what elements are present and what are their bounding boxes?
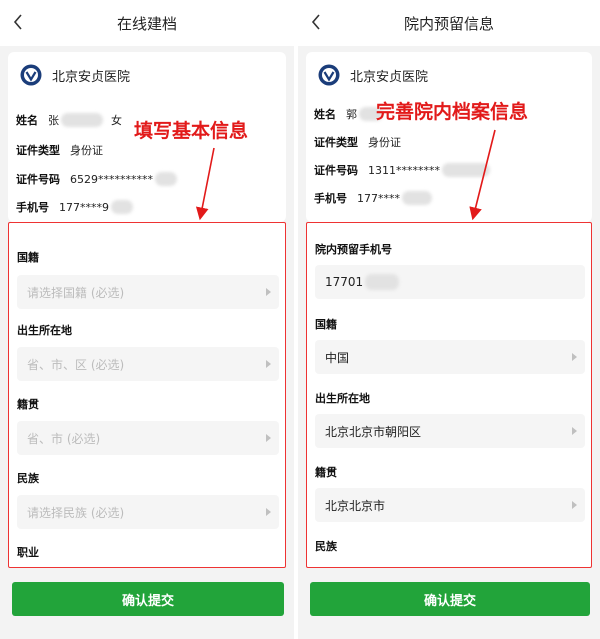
id-number-label: 证件号码: [314, 164, 358, 177]
birthplace-label: 出生所在地: [315, 392, 370, 405]
birthplace-label: 出生所在地: [17, 324, 72, 337]
ethnicity-select[interactable]: 请选择民族 (必选): [17, 495, 279, 529]
chevron-right-icon: [266, 288, 271, 296]
chevron-right-icon: [572, 501, 577, 509]
submit-button[interactable]: 确认提交: [12, 582, 284, 616]
redacted-phone: [111, 200, 133, 214]
annotation-fill-basic-info: 填写基本信息: [134, 120, 249, 142]
native-place-label: 籍贯: [315, 466, 337, 479]
phone-value: 177****: [357, 191, 400, 205]
chevron-right-icon: [572, 353, 577, 361]
nav-bar: 在线建档: [0, 0, 294, 46]
name-label: 姓名: [314, 108, 336, 121]
nationality-placeholder: 请选择国籍 (必选): [27, 285, 125, 300]
nationality-label: 国籍: [17, 251, 39, 264]
id-number-value: 6529**********: [70, 172, 153, 186]
id-type-row: 证件类型 身份证: [16, 142, 103, 158]
chevron-right-icon: [572, 427, 577, 435]
phone-row: 手机号 177****9: [16, 199, 133, 215]
page-title: 院内预留信息: [403, 14, 494, 33]
right-screen: 院内预留信息 北京安贞医院 姓名 郭 证件类型 身份证 证件号码 1311***…: [298, 0, 600, 639]
name-value: 郭: [346, 108, 357, 121]
patient-info-card: 北京安贞医院 姓名 郭 证件类型 身份证 证件号码 1311******** 手…: [306, 52, 592, 222]
name-value: 张: [48, 114, 59, 127]
hospital-header: 北京安贞医院: [318, 64, 428, 86]
back-chevron-icon: [13, 14, 22, 30]
nationality-select[interactable]: 请选择国籍 (必选): [17, 275, 279, 309]
native-place-select[interactable]: 北京北京市: [315, 488, 585, 522]
nationality-value: 中国: [325, 350, 350, 365]
nationality-label: 国籍: [315, 318, 337, 331]
birthplace-placeholder: 省、市、区 (必选): [27, 357, 125, 372]
id-type-value: 身份证: [70, 144, 103, 157]
name-label: 姓名: [16, 114, 38, 127]
left-screen: 在线建档 北京安贞医院 姓名 张 女 证件类型 身份证 证件号码 6529***…: [0, 0, 294, 639]
id-number-row: 证件号码 6529**********: [16, 171, 177, 187]
basic-info-form: 国籍 请选择国籍 (必选) 出生所在地 省、市、区 (必选) 籍贯 省、市 (必…: [8, 222, 286, 568]
back-button[interactable]: [8, 10, 28, 34]
phone-label: 手机号: [314, 192, 347, 205]
id-number-value: 1311********: [368, 163, 440, 177]
native-place-select[interactable]: 省、市 (必选): [17, 421, 279, 455]
redacted-id: [442, 163, 490, 177]
native-place-placeholder: 省、市 (必选): [27, 431, 101, 446]
redacted-name: [61, 113, 103, 127]
redacted-reserved-phone: [365, 274, 400, 290]
phone-label: 手机号: [16, 201, 49, 214]
birthplace-select[interactable]: 北京北京市朝阳区: [315, 414, 585, 448]
native-place-value: 北京北京市: [325, 498, 386, 513]
id-number-label: 证件号码: [16, 173, 60, 186]
page-title: 在线建档: [116, 14, 177, 33]
back-button[interactable]: [306, 10, 326, 34]
id-type-label: 证件类型: [314, 136, 358, 149]
id-type-label: 证件类型: [16, 144, 60, 157]
reserved-phone-label: 院内预留手机号: [315, 243, 392, 256]
reserved-phone-value: 17701: [325, 275, 364, 289]
back-chevron-icon: [311, 14, 320, 30]
redacted-phone: [402, 191, 432, 205]
annotation-complete-hospital-info: 完善院内档案信息: [376, 101, 529, 123]
hospital-logo-icon: [318, 64, 340, 86]
phone-value: 177****9: [59, 200, 109, 214]
hospital-name: 北京安贞医院: [52, 69, 131, 85]
reserved-phone-input[interactable]: 17701: [315, 265, 585, 299]
nationality-select[interactable]: 中国: [315, 340, 585, 374]
occupation-label: 职业: [17, 546, 39, 559]
hospital-name: 北京安贞医院: [350, 69, 429, 85]
hospital-logo-icon: [20, 64, 42, 86]
nav-bar: 院内预留信息: [298, 0, 600, 46]
ethnicity-label: 民族: [17, 472, 39, 485]
id-type-value: 身份证: [368, 136, 401, 149]
redacted-id: [155, 172, 177, 186]
birthplace-select[interactable]: 省、市、区 (必选): [17, 347, 279, 381]
phone-row: 手机号 177****: [314, 190, 432, 206]
name-row: 姓名 郭: [314, 106, 383, 122]
gender-value: 女: [111, 114, 122, 127]
ethnicity-label: 民族: [315, 540, 337, 553]
birthplace-value: 北京北京市朝阳区: [325, 424, 422, 439]
id-type-row: 证件类型 身份证: [314, 134, 401, 150]
hospital-header: 北京安贞医院: [20, 64, 130, 86]
chevron-right-icon: [266, 434, 271, 442]
native-place-label: 籍贯: [17, 398, 39, 411]
hospital-info-form: 院内预留手机号 17701 国籍 中国 出生所在地 北京北京市朝阳区 籍贯 北京…: [306, 222, 592, 568]
name-row: 姓名 张 女: [16, 112, 122, 128]
id-number-row: 证件号码 1311********: [314, 162, 490, 178]
submit-button[interactable]: 确认提交: [310, 582, 590, 616]
chevron-right-icon: [266, 508, 271, 516]
ethnicity-placeholder: 请选择民族 (必选): [27, 505, 125, 520]
chevron-right-icon: [266, 360, 271, 368]
